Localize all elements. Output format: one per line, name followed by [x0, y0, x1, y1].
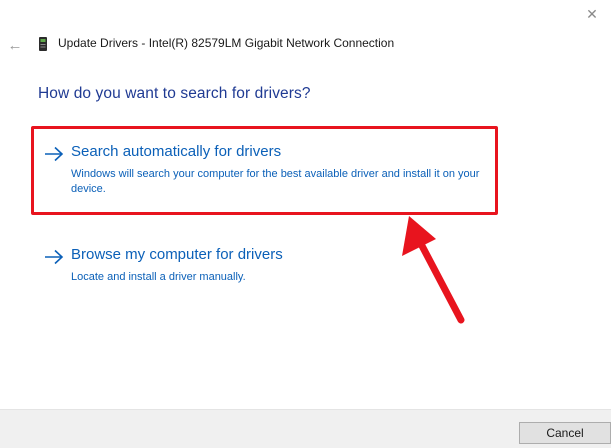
- close-icon: ✕: [586, 5, 598, 22]
- option-title: Search automatically for drivers: [71, 143, 282, 160]
- network-device-icon: [39, 37, 47, 51]
- right-arrow-icon: [45, 146, 64, 162]
- dialog-footer: Cancel: [0, 409, 611, 448]
- option-description: Locate and install a driver manually.: [71, 271, 246, 283]
- close-button[interactable]: ✕: [579, 2, 605, 26]
- back-arrow-icon: ←: [7, 36, 23, 54]
- right-arrow-icon: [45, 249, 64, 265]
- option-title: Browse my computer for drivers: [71, 246, 283, 263]
- option-description: Windows will search your computer for th…: [71, 168, 480, 195]
- cancel-button[interactable]: Cancel: [519, 422, 611, 444]
- back-button[interactable]: ←: [6, 34, 24, 56]
- window-title: Update Drivers - Intel(R) 82579LM Gigabi…: [58, 36, 395, 50]
- page-heading: How do you want to search for drivers?: [38, 85, 311, 102]
- update-drivers-dialog: ✕ ← Update Drivers - Intel(R) 82579LM Gi…: [0, 0, 611, 448]
